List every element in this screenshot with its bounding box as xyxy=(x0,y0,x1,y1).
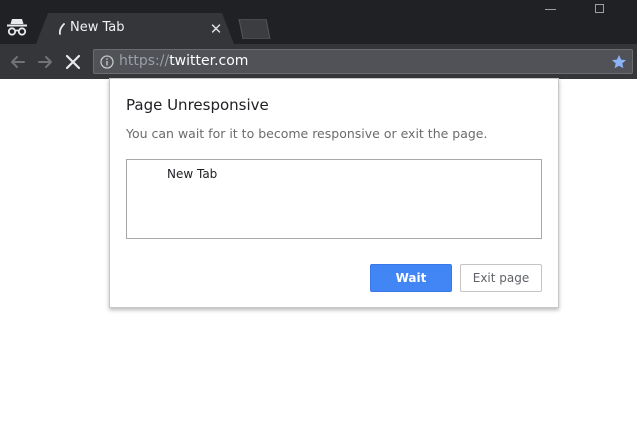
dialog-title: Page Unresponsive xyxy=(126,96,269,114)
unresponsive-tab-list: New Tab xyxy=(126,159,542,239)
wait-button[interactable]: Wait xyxy=(370,264,452,292)
list-item: New Tab xyxy=(167,167,218,181)
incognito-icon xyxy=(7,19,27,36)
tab-title: New Tab xyxy=(70,20,125,35)
dialog-message: You can wait for it to become responsive… xyxy=(126,126,488,141)
new-tab-button[interactable] xyxy=(234,19,274,39)
stop-icon[interactable] xyxy=(63,52,83,72)
tab-new-tab[interactable]: New Tab ✕ xyxy=(36,13,234,44)
info-icon[interactable] xyxy=(100,55,114,69)
back-arrow-icon[interactable] xyxy=(8,52,28,72)
close-icon[interactable]: ✕ xyxy=(208,21,224,37)
forward-arrow-icon[interactable] xyxy=(35,52,55,72)
star-icon[interactable] xyxy=(611,54,627,70)
loading-favicon-icon xyxy=(58,23,65,35)
page-unresponsive-dialog: Page Unresponsive You can wait for it to… xyxy=(109,78,559,308)
maximize-icon[interactable] xyxy=(595,4,604,13)
url-text: https://twitter.com xyxy=(119,53,248,70)
url-scheme: https:// xyxy=(119,53,170,69)
url-host: twitter.com xyxy=(169,53,249,69)
exit-page-button[interactable]: Exit page xyxy=(460,264,542,292)
browser-titlebar: New Tab ✕ xyxy=(0,0,637,44)
address-bar[interactable]: https://twitter.com xyxy=(93,49,633,74)
browser-toolbar: https://twitter.com xyxy=(0,44,637,79)
minimize-icon[interactable] xyxy=(545,9,556,10)
